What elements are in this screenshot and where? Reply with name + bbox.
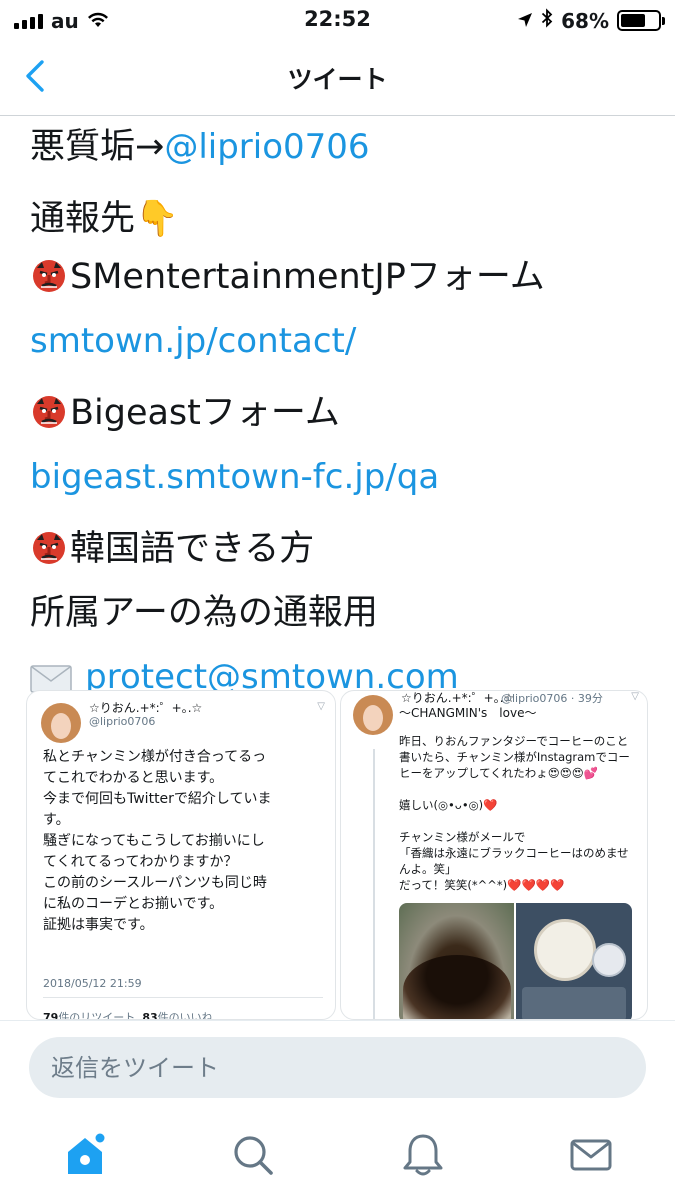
- screenshot-text: 昨日、りおんファンタジーでコーヒーのこと 書いたら、チャンミン様がInstagr…: [399, 734, 630, 892]
- chevron-down-icon: ▽: [631, 691, 639, 702]
- tweet-text: 悪質垢→: [30, 127, 165, 167]
- tab-notifications[interactable]: [398, 1130, 448, 1180]
- screenshot-stats: 79件のリツイート 83件のいいね: [43, 1011, 213, 1020]
- coffee-photo: [399, 903, 514, 1019]
- cafe-photo: [516, 903, 632, 1019]
- tweet-line-5: Bigeastフォーム: [30, 384, 650, 448]
- status-right: 68%: [517, 8, 665, 33]
- tab-messages[interactable]: [566, 1130, 616, 1180]
- tweet-text: SMentertainmentJPフォーム: [70, 257, 545, 297]
- tweet-line-3: SMentertainmentJPフォーム: [30, 248, 650, 312]
- bigeast-link[interactable]: bigeast.smtown-fc.jp/qa: [30, 448, 650, 506]
- status-bar: au 22:52 68%: [0, 0, 675, 40]
- tweet-text: 韓国語できる方: [70, 529, 315, 569]
- tengu-mask-icon: [30, 254, 68, 312]
- messages-icon: [570, 1139, 612, 1171]
- screenshot-user-name: ☆りおん.+*:゜+｡.☆: [401, 691, 515, 705]
- screenshot-subtitle: 〜CHANGMIN's love〜: [399, 706, 537, 720]
- screenshot-text: 私とチャンミン様が付き合ってるっ てこれでわかると思います。 今まで何回もTwi…: [43, 749, 272, 933]
- page-title: ツイート: [287, 65, 388, 94]
- nav-bar: ツイート: [0, 40, 675, 116]
- tab-home[interactable]: [60, 1130, 110, 1180]
- tweet-image-right[interactable]: ☆りおん.+*:゜+｡.☆ @liprio0706 · 39分 ▽ 〜CHANG…: [340, 690, 648, 1020]
- battery-icon: [617, 10, 665, 31]
- battery-level: [621, 14, 646, 27]
- battery-percent: 68%: [561, 8, 609, 33]
- mention-link[interactable]: @liprio0706: [164, 127, 369, 167]
- contact-link[interactable]: smtown.jp/contact/: [30, 312, 650, 370]
- tweet-text: Bigeastフォーム: [70, 393, 340, 433]
- screenshot-user-handle: @liprio0706 · 39分: [501, 692, 603, 705]
- search-icon: [234, 1136, 273, 1175]
- tweet-body: 悪質垢→@liprio0706 通報先👇 SMentertainmentJPフォ…: [30, 118, 650, 712]
- reply-bar: [0, 1020, 675, 1114]
- tweet-images[interactable]: ☆りおん.+*:゜+｡.☆ @liprio0706 ▽ 私とチャンミン様が付き合…: [26, 690, 648, 1020]
- screenshot-date: 2018/05/12 21:59: [43, 977, 142, 990]
- tweet-line-7: 韓国語できる方: [30, 520, 650, 584]
- avatar: [41, 703, 81, 743]
- tweet-line-2: 通報先👇: [30, 199, 179, 239]
- avatar: [353, 695, 393, 735]
- location-icon: [517, 9, 533, 33]
- home-icon: [68, 1133, 105, 1174]
- tweet-line-1: 悪質垢→@liprio0706: [30, 118, 650, 176]
- reply-input[interactable]: [29, 1037, 646, 1098]
- tengu-mask-icon: [30, 390, 68, 448]
- bluetooth-icon: [541, 8, 553, 33]
- screenshot-user-handle: @liprio0706: [89, 715, 156, 728]
- tab-bar: [0, 1114, 675, 1200]
- thread-line: [373, 749, 375, 1019]
- notifications-icon: [403, 1134, 443, 1176]
- screenshot-user-name: ☆りおん.+*:゜+｡.☆: [89, 701, 203, 715]
- tab-search[interactable]: [228, 1130, 278, 1180]
- chevron-down-icon: ▽: [317, 701, 325, 712]
- tweet-image-left[interactable]: ☆りおん.+*:゜+｡.☆ @liprio0706 ▽ 私とチャンミン様が付き合…: [26, 690, 336, 1020]
- tengu-mask-icon: [30, 526, 68, 584]
- tweet-line-8: 所属アーの為の通報用: [30, 593, 378, 633]
